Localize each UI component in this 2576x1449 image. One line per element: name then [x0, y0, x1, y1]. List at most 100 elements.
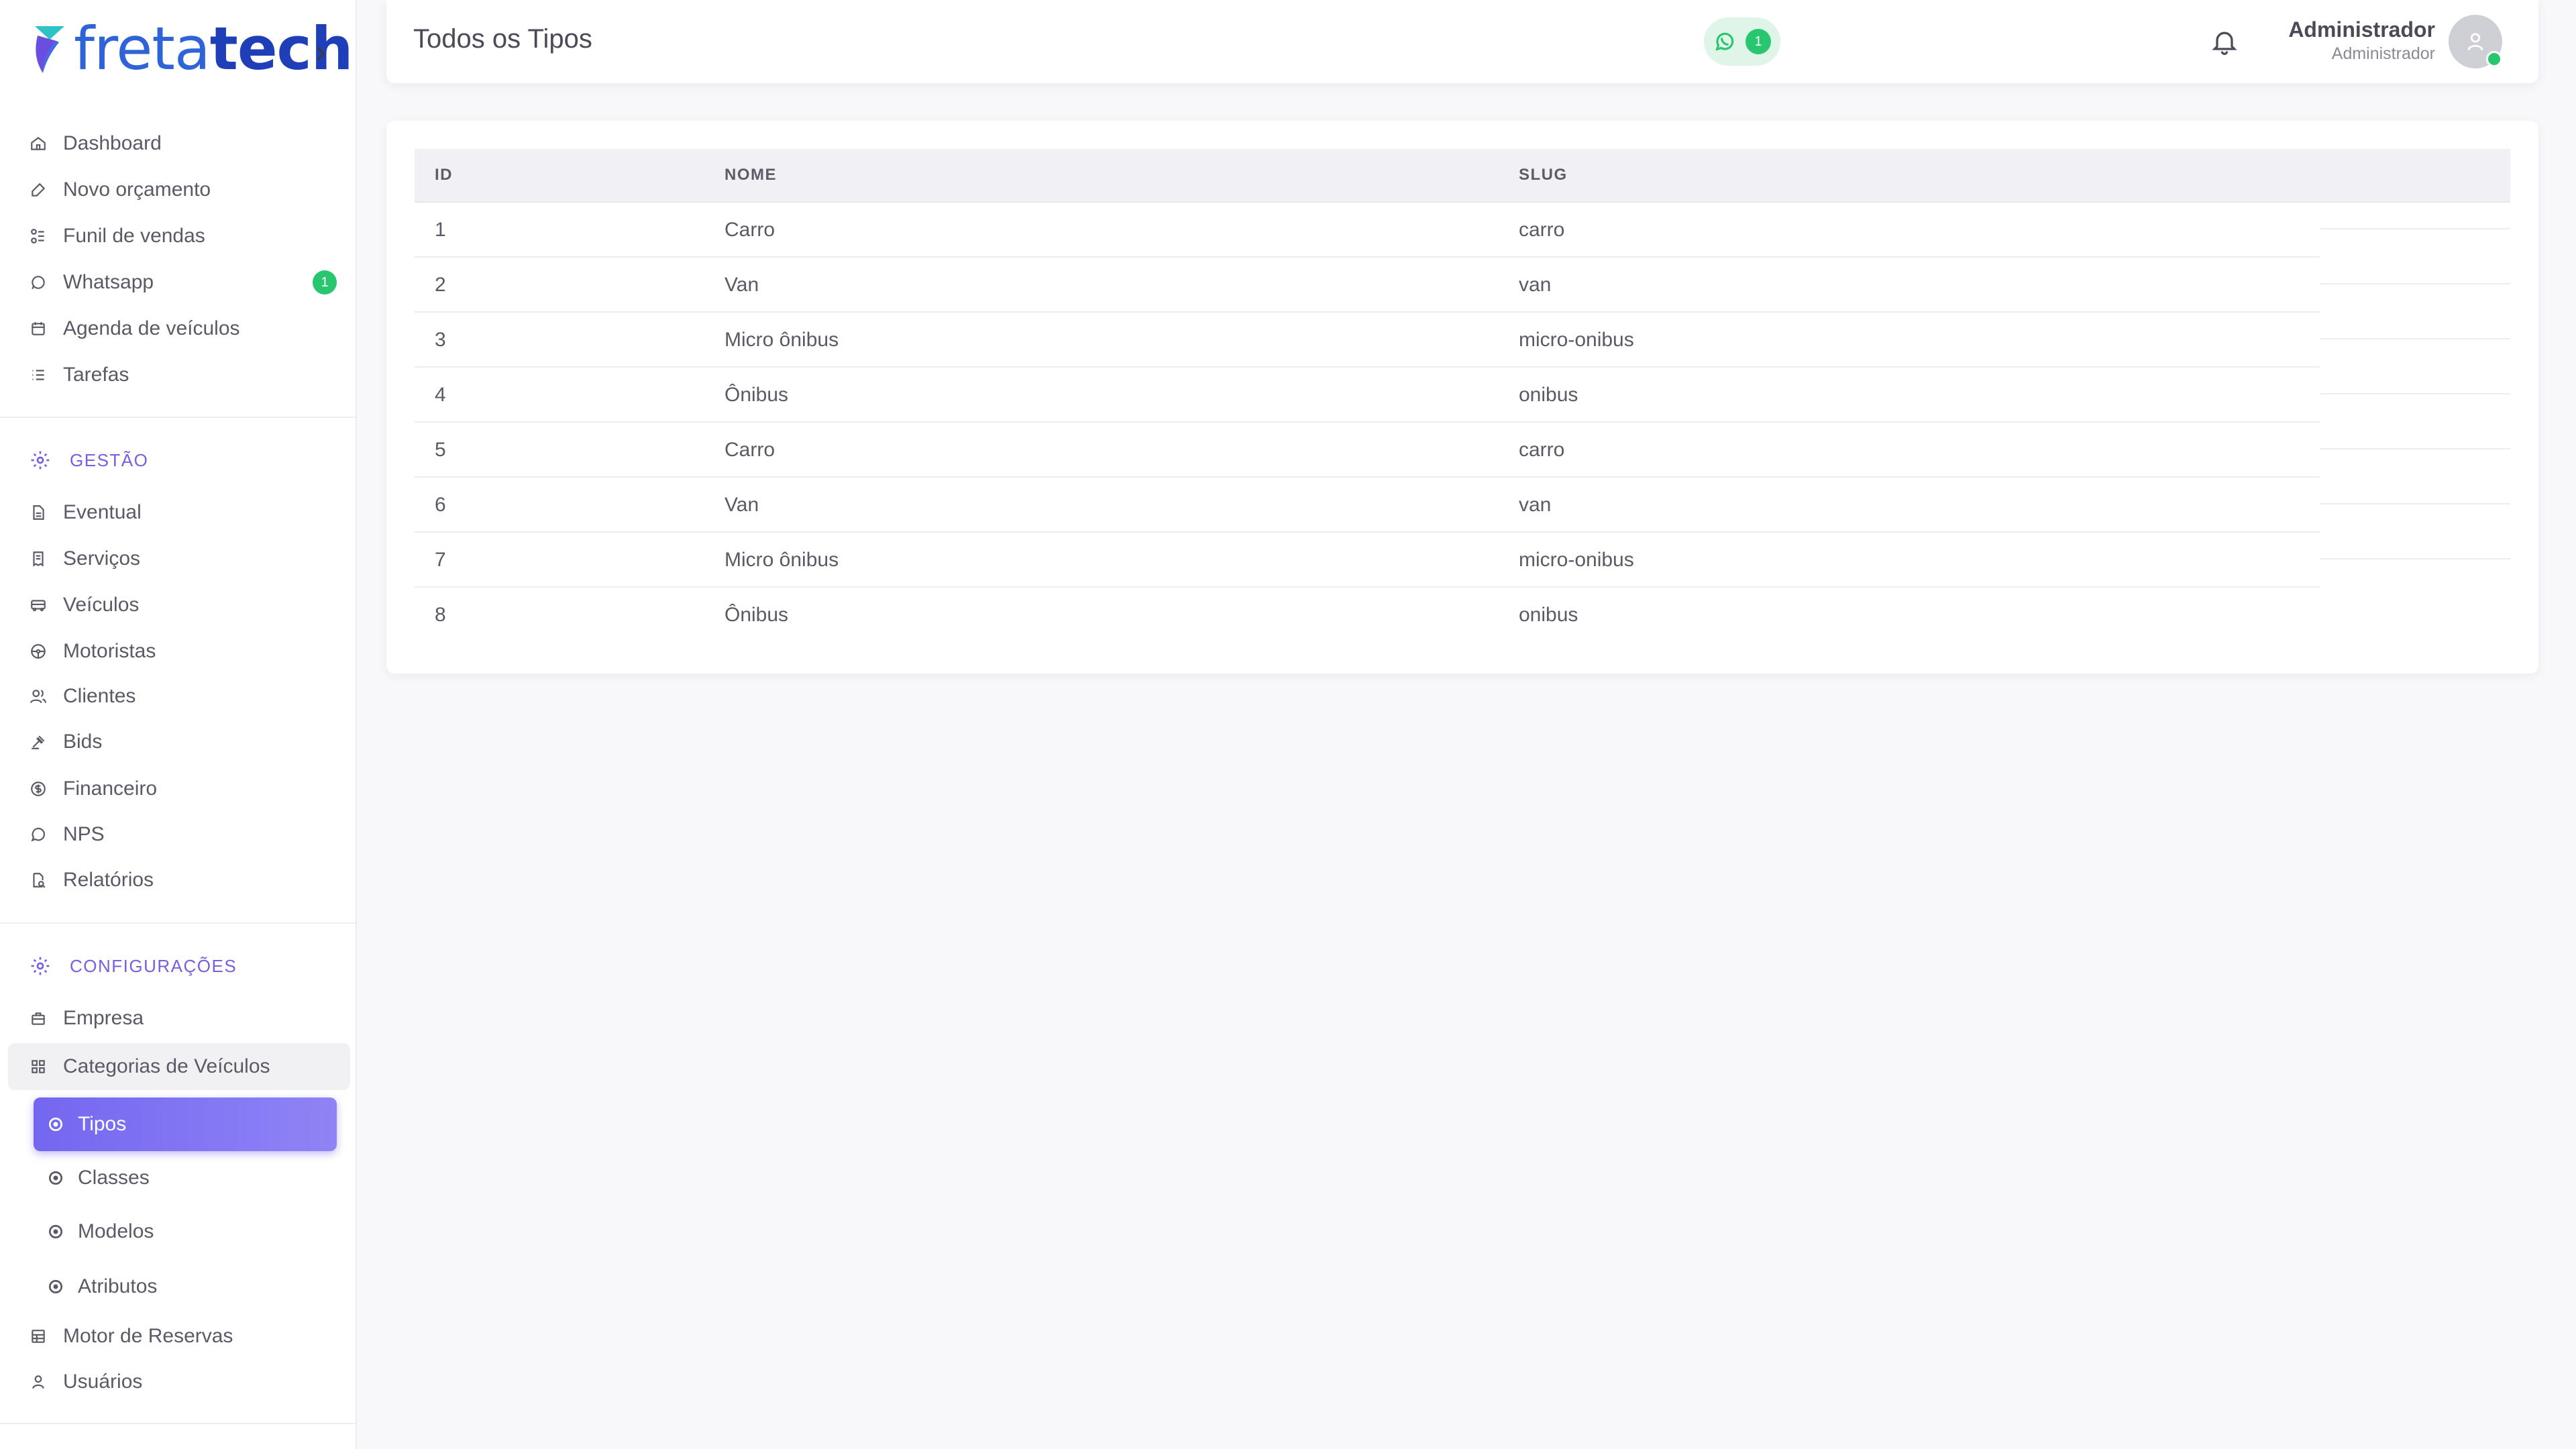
sidebar-item-label: Whatsapp	[63, 271, 154, 293]
bell-icon[interactable]	[2210, 25, 2239, 58]
circle-dot-icon	[47, 1169, 66, 1187]
sidebar-item-label: Usuários	[63, 1371, 143, 1393]
section-configuracoes-label: CONFIGURAÇÕES	[70, 955, 237, 976]
sidebar-divider	[0, 1423, 357, 1424]
file-icon	[28, 502, 48, 523]
cell-nome: Ônibus	[724, 604, 789, 626]
sidebar: fretatech › Dashboard Novo orçamento Fun…	[0, 0, 357, 1449]
sidebar-subitem-label: Tipos	[78, 1113, 127, 1135]
bus-icon	[28, 595, 48, 615]
circle-dot-icon	[47, 1277, 66, 1296]
steering-wheel-icon	[28, 641, 48, 661]
sidebar-subitem-modelos[interactable]: Modelos	[34, 1205, 337, 1258]
brand-logo[interactable]: fretatech	[30, 19, 353, 79]
whatsapp-icon	[28, 272, 48, 292]
sidebar-item-servicos[interactable]: Serviços	[8, 538, 350, 580]
row-divider	[2320, 503, 2510, 504]
table-row[interactable]: 4 Ônibus onibus	[415, 368, 2510, 423]
sidebar-subitem-tipos[interactable]: Tipos	[34, 1097, 337, 1151]
users-icon	[28, 686, 48, 706]
sidebar-item-financeiro[interactable]: Financeiro	[8, 768, 350, 810]
cell-nome: Micro ônibus	[724, 549, 839, 571]
table-row[interactable]: 8 Ônibus onibus	[415, 588, 2510, 643]
sidebar-item-tarefas[interactable]: Tarefas	[8, 354, 350, 396]
sidebar-divider	[0, 417, 357, 418]
sidebar-item-label: Veículos	[63, 594, 140, 616]
sidebar-divider	[0, 922, 357, 924]
cell-id: 6	[435, 494, 446, 516]
sidebar-item-funil-de-vendas[interactable]: Funil de vendas	[8, 215, 350, 257]
coin-icon	[28, 779, 48, 799]
cell-slug: onibus	[1519, 604, 1578, 626]
sidebar-item-clientes[interactable]: Clientes	[8, 676, 350, 717]
gear-icon	[31, 957, 50, 975]
whatsapp-notification-button[interactable]: 1	[1704, 17, 1780, 66]
sidebar-item-agenda-de-veiculos[interactable]: Agenda de veículos	[8, 308, 350, 350]
table-row[interactable]: 3 Micro ônibus micro-onibus	[415, 313, 2510, 368]
cell-id: 1	[435, 219, 446, 241]
sidebar-item-label: Financeiro	[63, 777, 158, 800]
cell-nome: Van	[724, 494, 759, 516]
cell-slug: micro-onibus	[1519, 329, 1634, 351]
sidebar-item-label: Categorias de Veículos	[63, 1055, 270, 1077]
cell-id: 3	[435, 329, 446, 351]
sidebar-item-label: Eventual	[63, 501, 142, 523]
section-configuracoes: CONFIGURAÇÕES	[30, 949, 237, 983]
sidebar-item-label: Funil de vendas	[63, 225, 205, 247]
sidebar-item-novo-orcamento[interactable]: Novo orçamento	[8, 169, 350, 211]
sidebar-item-label: Clientes	[63, 685, 136, 707]
sidebar-item-categorias-de-veiculos[interactable]: Categorias de Veículos	[8, 1043, 350, 1090]
sidebar-item-usuarios[interactable]: Usuários	[8, 1361, 350, 1403]
row-divider	[2320, 338, 2510, 339]
circle-dot-icon	[47, 1115, 66, 1134]
brand-part2: tech	[209, 14, 354, 83]
sidebar-item-veiculos[interactable]: Veículos	[8, 584, 350, 626]
whatsapp-icon	[1715, 32, 1734, 51]
table-row[interactable]: 5 Carro carro	[415, 423, 2510, 478]
column-header-id[interactable]: ID	[415, 166, 704, 184]
sidebar-item-label: Relatórios	[63, 869, 154, 891]
sidebar-item-motoristas[interactable]: Motoristas	[8, 631, 350, 672]
avatar[interactable]	[2449, 15, 2502, 68]
sidebar-subitem-classes[interactable]: Classes	[34, 1151, 337, 1205]
sidebar-subitem-label: Atributos	[78, 1275, 158, 1297]
logo-mark-icon	[35, 26, 64, 73]
table-row[interactable]: 1 Carro carro	[415, 203, 2510, 258]
sidebar-subitem-label: Classes	[78, 1167, 150, 1189]
funnel-icon	[28, 226, 48, 246]
building-icon	[28, 1008, 48, 1028]
section-gestao: GESTÃO	[30, 443, 148, 477]
sidebar-item-label: Empresa	[63, 1007, 144, 1029]
column-header-nome[interactable]: NOME	[704, 166, 1499, 184]
sidebar-subitem-atributos[interactable]: Atributos	[34, 1260, 337, 1313]
table-header: ID NOME SLUG	[415, 149, 2510, 203]
collapse-sidebar-chevron-icon[interactable]: ›	[315, 34, 326, 70]
row-divider	[2320, 393, 2510, 394]
category-icon	[28, 1057, 48, 1077]
receipt-icon	[28, 549, 48, 569]
user-name[interactable]: Administrador	[2288, 17, 2435, 42]
sidebar-item-label: Tarefas	[63, 364, 129, 386]
calendar-icon	[28, 319, 48, 339]
sidebar-item-empresa[interactable]: Empresa	[8, 998, 350, 1039]
sidebar-item-whatsapp[interactable]: Whatsapp 1	[8, 262, 350, 303]
column-header-slug[interactable]: SLUG	[1499, 166, 2320, 184]
sidebar-item-eventual[interactable]: Eventual	[8, 492, 350, 533]
table-row[interactable]: 2 Van van	[415, 258, 2510, 313]
cell-id: 2	[435, 274, 446, 296]
table-row[interactable]: 6 Van van	[415, 478, 2510, 533]
cell-slug: onibus	[1519, 384, 1578, 406]
sidebar-item-label: Serviços	[63, 547, 141, 570]
cell-id: 8	[435, 604, 446, 626]
gavel-icon	[28, 732, 48, 752]
sidebar-item-nps[interactable]: NPS	[8, 814, 350, 855]
sidebar-item-bids[interactable]: Bids	[8, 721, 350, 763]
table-row[interactable]: 7 Micro ônibus micro-onibus	[415, 533, 2510, 588]
cell-nome: Carro	[724, 219, 775, 241]
types-table: ID NOME SLUG 1 Carro carro 2 Van van 3 M…	[415, 149, 2510, 643]
sidebar-item-relatorios[interactable]: Relatórios	[8, 859, 350, 901]
sidebar-item-dashboard[interactable]: Dashboard	[8, 123, 350, 164]
sidebar-item-motor-de-reservas[interactable]: Motor de Reservas	[8, 1316, 350, 1357]
user-role: Administrador	[2331, 44, 2435, 63]
row-divider	[2320, 283, 2510, 284]
